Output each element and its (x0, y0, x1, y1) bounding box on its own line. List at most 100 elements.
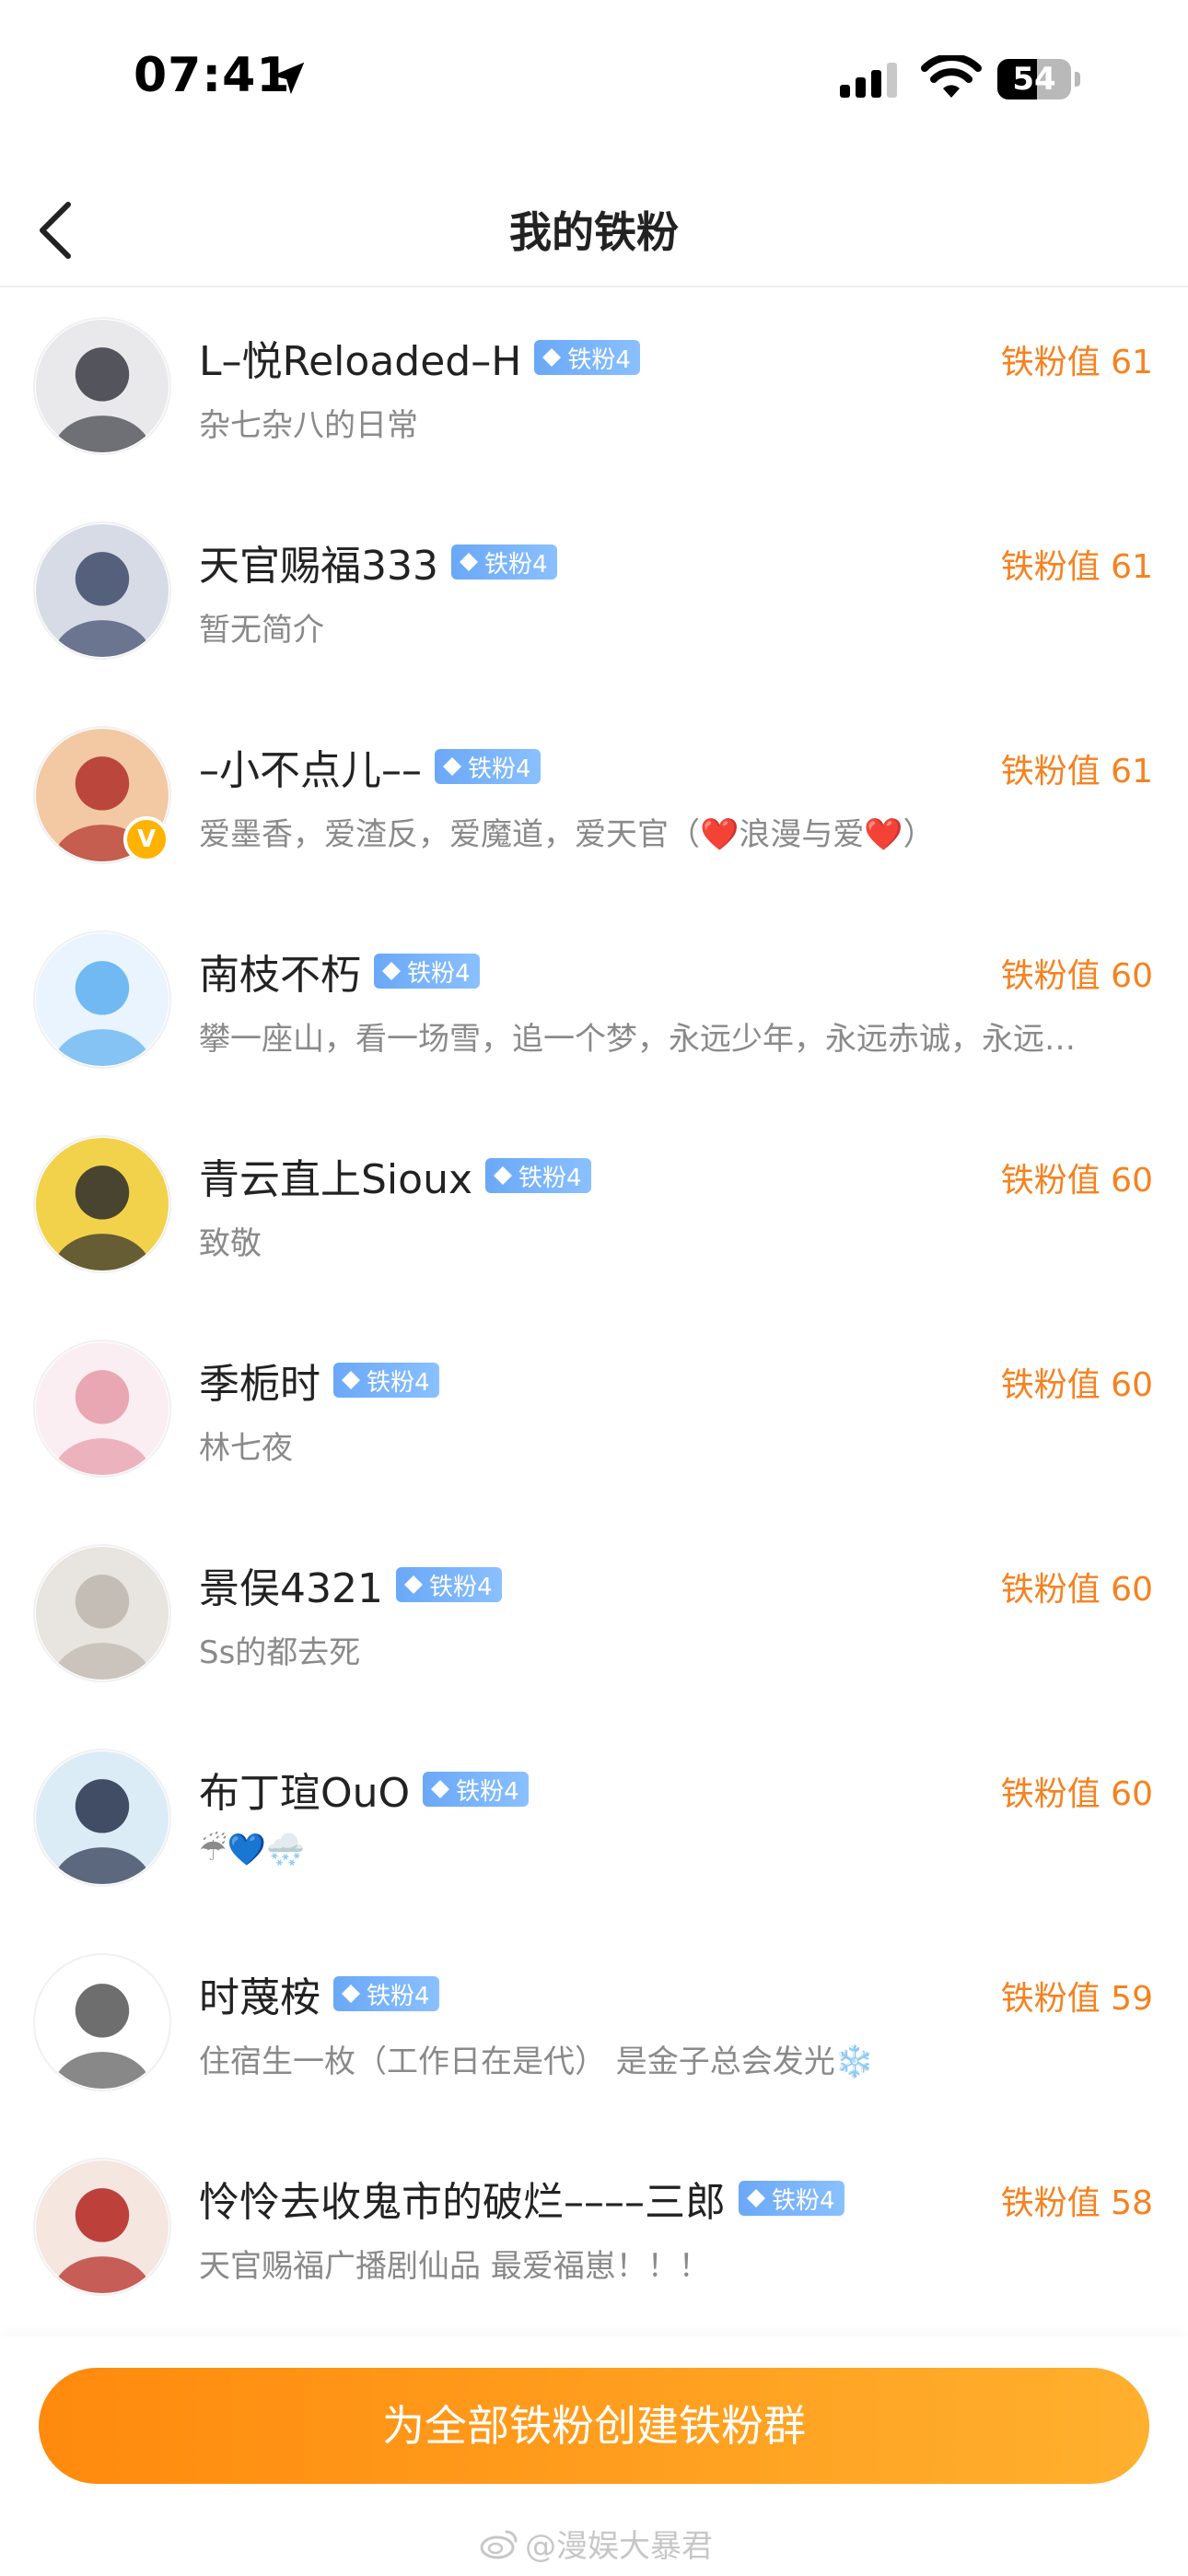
avatar-wrap (33, 1340, 171, 1478)
diamond-icon (382, 962, 401, 980)
fan-badge-label: 铁粉4 (483, 550, 548, 579)
fan-name: 天官赐福333 (199, 543, 438, 590)
avatar-wrap (33, 1749, 171, 1887)
weibo-logo-icon (480, 2530, 518, 2558)
diamond-icon (342, 1985, 360, 2003)
fan-value: 铁粉值 60 (1000, 1162, 1153, 1200)
name-row: 布丁瑄OuO 铁粉4 (199, 1760, 529, 1819)
fan-bio: Ss的都去死 (199, 1634, 361, 1671)
fan-level-badge: 铁粉4 (374, 954, 480, 989)
diamond-icon (494, 1166, 512, 1185)
fan-badge-label: 铁粉4 (367, 1368, 430, 1397)
avatar[interactable] (33, 1749, 171, 1887)
fan-list-item[interactable]: 时蔑桉 铁粉4 住宿生一枚（工作日在是代） 是金子总会发光❄️ 铁粉值 59 (0, 1924, 1188, 2128)
fan-bio: 暂无简介 (199, 612, 324, 649)
fan-level-badge: 铁粉4 (423, 1772, 529, 1807)
fan-badge-label: 铁粉4 (407, 959, 471, 988)
avatar[interactable] (33, 1953, 171, 2091)
fan-badge-label: 铁粉4 (367, 1982, 430, 2010)
watermark-text: @漫娱大暴君 (525, 2528, 713, 2565)
fan-level-badge: 铁粉4 (395, 1567, 502, 1602)
name-row: 南枝不朽 铁粉4 (199, 942, 480, 1001)
fan-badge-label: 铁粉4 (428, 1573, 493, 1601)
avatar[interactable] (33, 521, 171, 660)
fan-badge-label: 铁粉4 (518, 1164, 582, 1192)
fan-list-item[interactable]: 青云直上Sioux 铁粉4 致敬 铁粉值 60 (0, 1106, 1188, 1310)
fan-name: 南枝不朽 (199, 952, 361, 999)
name-row: 怜怜去收鬼市的破烂––––三郎 铁粉4 (199, 2169, 844, 2228)
fan-list-item[interactable]: 景俣4321 铁粉4 Ss的都去死 铁粉值 60 (0, 1515, 1188, 1719)
fan-list-item[interactable]: V –小不点儿–– 铁粉4 爱墨香，爱渣反，爱魔道，爱天官（❤️浪漫与爱❤️） … (0, 697, 1188, 901)
fan-bio: 爱墨香，爱渣反，爱魔道，爱天官（❤️浪漫与爱❤️） (199, 816, 935, 853)
fan-value: 铁粉值 61 (1000, 344, 1153, 381)
avatar-wrap (33, 317, 171, 455)
bottom-bar: 为全部铁粉创建铁粉群 @漫娱大暴君 (0, 2336, 1188, 2576)
avatar-wrap (33, 2158, 171, 2296)
diamond-icon (443, 757, 461, 776)
cellular-signal-icon (840, 63, 897, 98)
status-bar: 07:41 54 (0, 0, 1188, 147)
fan-bio: 住宿生一枚（工作日在是代） 是金子总会发光❄️ (199, 2043, 875, 2080)
fan-list-item[interactable]: 布丁瑄OuO 铁粉4 ☔💙🌨️ 铁粉值 60 (0, 1719, 1188, 1924)
avatar[interactable] (33, 1340, 171, 1478)
fan-list-item[interactable]: 南枝不朽 铁粉4 攀一座山，看一场雪，追一个梦，永远少年，永远赤诚，永远… 铁粉… (0, 901, 1188, 1106)
avatar-wrap (33, 1135, 171, 1273)
fan-name: 青云直上Sioux (199, 1156, 472, 1203)
create-fan-group-button[interactable]: 为全部铁粉创建铁粉群 (39, 2368, 1149, 2484)
fan-value: 铁粉值 61 (1000, 548, 1153, 586)
fan-value: 铁粉值 60 (1000, 1775, 1153, 1813)
diamond-icon (431, 1780, 450, 1798)
fan-name: L–悦Reloaded–H (199, 338, 522, 385)
fan-bio: ☔💙🌨️ (199, 1832, 306, 1868)
battery-indicator: 54 (997, 59, 1080, 100)
fan-badge-label: 铁粉4 (772, 2186, 835, 2215)
fan-value: 铁粉值 60 (1000, 1366, 1153, 1404)
fan-level-badge: 铁粉4 (435, 749, 541, 784)
verified-badge-icon: V (123, 816, 169, 862)
fan-name: 景俣4321 (199, 1565, 383, 1612)
name-row: 青云直上Sioux 铁粉4 (199, 1146, 591, 1205)
name-row: 季栀时 铁粉4 (199, 1351, 439, 1410)
fan-level-badge: 铁粉4 (534, 340, 640, 375)
fan-name: 怜怜去收鬼市的破烂––––三郎 (199, 2179, 726, 2226)
diamond-icon (747, 2189, 765, 2207)
fan-badge-label: 铁粉4 (567, 345, 631, 374)
fan-name: –小不点儿–– (199, 747, 422, 794)
fan-level-badge: 铁粉4 (333, 1976, 439, 2011)
fan-value: 铁粉值 58 (1000, 2184, 1153, 2222)
avatar[interactable] (33, 931, 171, 1069)
diamond-icon (403, 1575, 423, 1594)
fan-list-item[interactable]: 天官赐福333 铁粉4 暂无简介 铁粉值 61 (0, 492, 1188, 697)
avatar[interactable] (33, 1135, 171, 1273)
fan-list-item[interactable]: 季栀时 铁粉4 林七夜 铁粉值 60 (0, 1310, 1188, 1515)
avatar[interactable] (33, 1544, 171, 1682)
avatar-wrap (33, 521, 171, 660)
avatar[interactable] (33, 317, 171, 455)
avatar-wrap (33, 1953, 171, 2091)
fan-badge-label: 铁粉4 (456, 1777, 519, 1806)
fan-badge-label: 铁粉4 (468, 755, 531, 783)
name-row: 时蔑桉 铁粉4 (199, 1964, 439, 2023)
avatar[interactable] (33, 2158, 171, 2296)
battery-percent: 54 (1012, 61, 1056, 98)
fan-value: 铁粉值 60 (1000, 957, 1153, 995)
name-row: L–悦Reloaded–H 铁粉4 (199, 328, 640, 387)
fan-value: 铁粉值 59 (1000, 1980, 1153, 2018)
fan-value: 铁粉值 61 (1000, 753, 1153, 790)
fan-list-item[interactable]: L–悦Reloaded–H 铁粉4 杂七杂八的日常 铁粉值 61 (0, 287, 1188, 492)
fan-name: 时蔑桉 (199, 1974, 320, 2021)
avatar-wrap (33, 1544, 171, 1682)
fan-bio: 林七夜 (199, 1430, 293, 1467)
name-row: 景俣4321 铁粉4 (199, 1555, 502, 1614)
fan-name: 布丁瑄OuO (199, 1770, 411, 1817)
fan-bio: 攀一座山，看一场雪，追一个梦，永远少年，永远赤诚，永远… (199, 1021, 1076, 1058)
page-title: 我的铁粉 (509, 207, 679, 257)
fan-value: 铁粉值 60 (1000, 1571, 1153, 1609)
fan-list-item[interactable]: 怜怜去收鬼市的破烂––––三郎 铁粉4 天官赐福广播剧仙品 最爱福崽！！！ 铁粉… (0, 2128, 1188, 2333)
fan-name: 季栀时 (199, 1361, 320, 1408)
fan-list: L–悦Reloaded–H 铁粉4 杂七杂八的日常 铁粉值 61 天官赐福333… (0, 287, 1188, 2333)
fan-level-badge: 铁粉4 (450, 544, 557, 580)
nav-bar: 我的铁粉 (0, 166, 1188, 287)
avatar-wrap (33, 931, 171, 1069)
fan-level-badge: 铁粉4 (739, 2181, 844, 2216)
